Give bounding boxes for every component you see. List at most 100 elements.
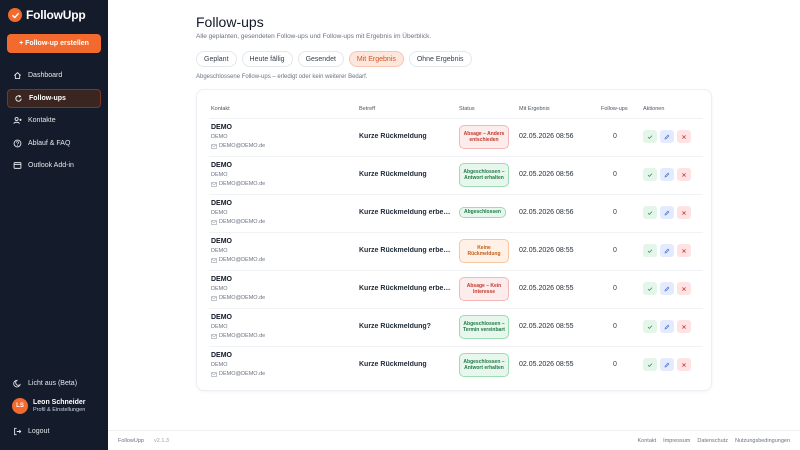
logout-button[interactable]: Logout (7, 422, 101, 441)
table-row: DEMO DEMO DEMO@DEMO.de Kurze Rückmeldung Abs… (209, 118, 703, 156)
footer-link-datenschutz[interactable]: Datenschutz (697, 438, 728, 444)
follow-up-count: 0 (613, 209, 617, 216)
contact-name: DEMO (211, 352, 232, 359)
table-row: DEMO DEMO DEMO@DEMO.de Kurze Rückmeldung Abg… (209, 156, 703, 194)
result-date: 02.05.2026 08:55 (519, 285, 574, 292)
result-date: 02.05.2026 08:55 (519, 247, 574, 254)
contact-company: DEMO (211, 210, 228, 216)
edit-icon[interactable] (660, 168, 674, 181)
sidebar-item-ablauf-faq[interactable]: Ablauf & FAQ (7, 134, 101, 153)
contact-company: DEMO (211, 362, 228, 368)
subject: Kurze Rückmeldung erbeten (359, 285, 451, 292)
row-actions (643, 358, 691, 371)
subject: Kurze Rückmeldung erbeten (359, 247, 451, 254)
row-actions (643, 130, 691, 143)
avatar: LS (12, 398, 28, 414)
contact-email: DEMO@DEMO.de (211, 257, 265, 263)
sidebar: FollowUpp + Follow-up erstellen Dashboar… (0, 0, 108, 450)
contact-email: DEMO@DEMO.de (211, 219, 265, 225)
close-icon[interactable] (677, 282, 691, 295)
sidebar-item-dashboard[interactable]: Dashboard (7, 66, 101, 85)
sidebar-item-follow-ups[interactable]: Follow-ups (7, 88, 101, 108)
refresh-icon (14, 94, 23, 103)
logo[interactable]: FollowUpp (8, 8, 86, 22)
check-icon[interactable] (643, 282, 657, 295)
filter-tabs: Geplant Heute fällig Gesendet Mit Ergebn… (196, 51, 472, 67)
close-icon[interactable] (677, 130, 691, 143)
tab-geplant[interactable]: Geplant (196, 51, 237, 67)
theme-toggle[interactable]: Licht aus (Beta) (7, 374, 101, 393)
sidebar-item-kontakte[interactable]: Kontakte (7, 111, 101, 130)
contact-email-text: DEMO@DEMO.de (219, 181, 266, 187)
sidebar-item-label: Ablauf & FAQ (28, 139, 71, 147)
mail-icon (211, 219, 217, 225)
check-icon[interactable] (643, 244, 657, 257)
footer-link-nutzungsbedingungen[interactable]: Nutzungsbedingungen (735, 438, 790, 444)
row-actions (643, 282, 691, 295)
contact-name: DEMO (211, 200, 232, 207)
mail-icon (211, 143, 217, 149)
mail-icon (211, 181, 217, 187)
footer-links: Kontakt Impressum Datenschutz Nutzungsbe… (638, 438, 790, 444)
contact-email-text: DEMO@DEMO.de (219, 333, 266, 339)
close-icon[interactable] (677, 244, 691, 257)
edit-icon[interactable] (660, 206, 674, 219)
edit-icon[interactable] (660, 282, 674, 295)
sidebar-item-outlook-add-in[interactable]: Outlook Add-in (7, 156, 101, 175)
check-icon[interactable] (643, 358, 657, 371)
close-icon[interactable] (677, 168, 691, 181)
close-icon[interactable] (677, 206, 691, 219)
column-header-follow-ups: Follow-ups (601, 106, 628, 112)
table-row: DEMO DEMO DEMO@DEMO.de Kurze Rückmeldung er… (209, 270, 703, 308)
tab-ohne-ergebnis[interactable]: Ohne Ergebnis (408, 51, 472, 67)
home-icon (13, 71, 22, 80)
page-subtitle: Alle geplanten, gesendeten Follow-ups un… (196, 33, 432, 40)
tab-mit-ergebnis[interactable]: Mit Ergebnis (348, 51, 404, 67)
follow-up-count: 0 (613, 133, 617, 140)
logout-label: Logout (28, 428, 50, 435)
sidebar-item-label: Follow-ups (29, 94, 66, 102)
edit-icon[interactable] (660, 320, 674, 333)
table-header: Kontakt Betreff Status Mit Ergebnis Foll… (197, 90, 713, 118)
row-actions (643, 244, 691, 257)
tab-heute-faellig[interactable]: Heute fällig (241, 51, 293, 67)
close-icon[interactable] (677, 358, 691, 371)
edit-icon[interactable] (660, 244, 674, 257)
subject: Kurze Rückmeldung (359, 361, 427, 368)
contact-email-text: DEMO@DEMO.de (219, 143, 266, 149)
column-header-aktionen: Aktionen (643, 106, 665, 112)
status-badge: Abgeschlossen – Antwort erhalten (459, 353, 509, 377)
user-profile[interactable]: LS Leon Schneider Profil & Einstellungen (12, 398, 86, 414)
check-icon[interactable] (643, 320, 657, 333)
logo-text: FollowUpp (26, 8, 86, 22)
check-icon[interactable] (643, 130, 657, 143)
edit-icon[interactable] (660, 358, 674, 371)
follow-up-count: 0 (613, 361, 617, 368)
status-badge: Absage – Anders entschieden (459, 125, 509, 149)
logout-icon (13, 427, 22, 436)
subject: Kurze Rückmeldung? (359, 323, 431, 330)
filter-description: Abgeschlossene Follow-ups – erledigt ode… (196, 74, 368, 80)
edit-icon[interactable] (660, 130, 674, 143)
result-date: 02.05.2026 08:56 (519, 133, 574, 140)
column-header-kontakt: Kontakt (211, 106, 230, 112)
sidebar-item-label: Kontakte (28, 117, 56, 124)
check-icon[interactable] (643, 168, 657, 181)
close-icon[interactable] (677, 320, 691, 333)
contact-email: DEMO@DEMO.de (211, 295, 265, 301)
create-follow-up-button[interactable]: + Follow-up erstellen (7, 34, 101, 53)
column-header-mit-ergebnis: Mit Ergebnis (519, 106, 550, 112)
contact-name: DEMO (211, 276, 232, 283)
contact-name: DEMO (211, 238, 232, 245)
contact-company: DEMO (211, 134, 228, 140)
footer-link-impressum[interactable]: Impressum (663, 438, 690, 444)
result-date: 02.05.2026 08:55 (519, 361, 574, 368)
column-header-status: Status (459, 106, 475, 112)
footer-link-kontakt[interactable]: Kontakt (638, 438, 657, 444)
check-icon[interactable] (643, 206, 657, 219)
contact-email-text: DEMO@DEMO.de (219, 295, 266, 301)
footer-brand: FollowUpp (118, 438, 144, 444)
moon-icon (13, 379, 22, 388)
tab-gesendet[interactable]: Gesendet (297, 51, 344, 67)
contact-email: DEMO@DEMO.de (211, 371, 265, 377)
